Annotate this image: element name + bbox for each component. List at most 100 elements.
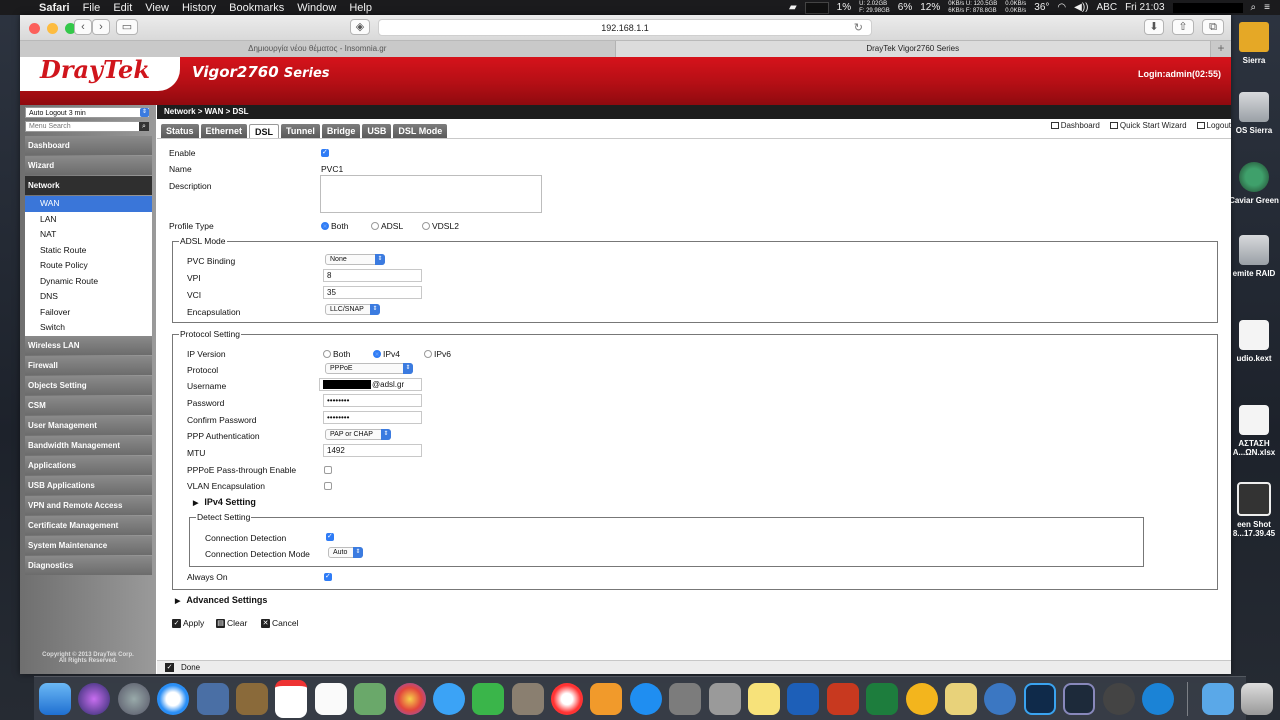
contacts-icon[interactable] bbox=[235, 682, 268, 715]
conn-detect-checkbox[interactable] bbox=[326, 532, 334, 541]
network-utility-icon[interactable] bbox=[1102, 682, 1135, 715]
menu-history[interactable]: History bbox=[182, 2, 216, 14]
enable-checkbox[interactable] bbox=[321, 148, 329, 157]
privacy-shield-icon[interactable]: ◈ bbox=[350, 19, 370, 35]
desktop-icon-kext[interactable]: udio.kext bbox=[1228, 320, 1280, 363]
minimize-window-icon[interactable] bbox=[47, 23, 58, 34]
protocol-select[interactable]: PPPoE ⇕ bbox=[325, 363, 413, 374]
nav-csm[interactable]: CSM bbox=[25, 395, 152, 415]
calendar-icon[interactable] bbox=[275, 679, 308, 718]
sidebar-item-lan[interactable]: LAN bbox=[25, 212, 152, 228]
password-input[interactable]: •••••••• bbox=[323, 394, 422, 407]
launchpad-icon[interactable] bbox=[117, 682, 150, 715]
desktop-icon-screenshot[interactable]: een Shot 8...17.39.45 bbox=[1228, 482, 1280, 538]
nav-system-maintenance[interactable]: System Maintenance bbox=[25, 535, 152, 555]
utility-icon[interactable] bbox=[708, 682, 741, 715]
desktop-icon-xlsx[interactable]: ΑΣΤΑΣΗ A...ΩN.xlsx bbox=[1228, 405, 1280, 457]
auto-logout-select[interactable]: Auto Logout 3 min ⇕ bbox=[25, 107, 150, 118]
nav-vpn[interactable]: VPN and Remote Access bbox=[25, 495, 152, 515]
sidebar-item-switch[interactable]: Switch bbox=[25, 320, 152, 336]
stickies-icon[interactable] bbox=[748, 682, 781, 715]
share-icon[interactable]: ⇧ bbox=[1172, 19, 1194, 35]
menu-view[interactable]: View bbox=[145, 2, 169, 14]
volume-icon[interactable]: ◀)) bbox=[1074, 2, 1088, 13]
cpu-percent[interactable]: 1% bbox=[837, 2, 851, 13]
sidebar-item-static-route[interactable]: Static Route bbox=[25, 243, 152, 259]
tabs-overview-icon[interactable]: ⧉ bbox=[1202, 19, 1224, 35]
encapsulation-select[interactable]: LLC/SNAP ⇕ bbox=[325, 304, 380, 315]
confirm-password-input[interactable]: •••••••• bbox=[323, 411, 422, 424]
messages-icon[interactable] bbox=[432, 682, 465, 715]
nav-applications[interactable]: Applications bbox=[25, 455, 152, 475]
menu-app-name[interactable]: Safari bbox=[39, 2, 70, 14]
sidebar-item-route-policy[interactable]: Route Policy bbox=[25, 258, 152, 274]
desktop-icon-timemachine[interactable]: Caviar Green bbox=[1228, 162, 1280, 205]
spotlight-icon[interactable]: ⌕ bbox=[1251, 2, 1257, 13]
system-preferences-icon[interactable] bbox=[669, 682, 702, 715]
desktop-icon-raid[interactable]: emite RAID bbox=[1228, 235, 1280, 278]
desktop-icon-folder[interactable]: Sierra bbox=[1228, 22, 1280, 65]
sidebar-item-wan[interactable]: WAN bbox=[25, 196, 152, 212]
notification-icon[interactable]: ≡ bbox=[1264, 2, 1270, 13]
itunes-icon[interactable] bbox=[551, 682, 584, 715]
mail-icon[interactable] bbox=[196, 682, 229, 715]
temperature[interactable]: 36° bbox=[1034, 2, 1049, 13]
description-textarea[interactable] bbox=[320, 175, 542, 213]
clock[interactable]: Fri 21:03 bbox=[1125, 2, 1164, 13]
nav-diagnostics[interactable]: Diagnostics bbox=[25, 555, 152, 575]
nav-network[interactable]: Network bbox=[25, 176, 152, 195]
new-tab-button[interactable]: + bbox=[1211, 41, 1231, 57]
nav-bandwidth-management[interactable]: Bandwidth Management bbox=[25, 435, 152, 455]
desktop-icon-drive[interactable]: OS Sierra bbox=[1228, 92, 1280, 135]
ip-ipv4-radio[interactable]: IPv4 bbox=[373, 349, 400, 359]
teamviewer-icon[interactable] bbox=[1141, 682, 1174, 715]
reload-icon[interactable]: ↻ bbox=[854, 20, 863, 36]
apply-button[interactable]: ✓ Apply bbox=[172, 618, 204, 628]
menu-window[interactable]: Window bbox=[297, 2, 336, 14]
menu-edit[interactable]: Edit bbox=[113, 2, 132, 14]
downloads-icon[interactable]: ⬇ bbox=[1144, 19, 1164, 35]
menu-help[interactable]: Help bbox=[349, 2, 372, 14]
photos-icon[interactable] bbox=[393, 682, 426, 715]
input-source[interactable]: ABC bbox=[1097, 2, 1118, 13]
advanced-settings-toggle[interactable]: ▶ Advanced Settings bbox=[175, 595, 267, 605]
downloads-folder-icon[interactable] bbox=[1201, 682, 1234, 715]
safari-icon[interactable] bbox=[157, 682, 190, 715]
nav-firewall[interactable]: Firewall bbox=[25, 355, 152, 375]
vlan-encap-checkbox[interactable] bbox=[324, 482, 332, 490]
profile-vdsl2-radio[interactable]: VDSL2 bbox=[422, 221, 459, 231]
nav-wizard[interactable]: Wizard bbox=[25, 156, 152, 175]
sidebar-item-dynamic-route[interactable]: Dynamic Route bbox=[25, 274, 152, 290]
disk-percent[interactable]: 12% bbox=[920, 2, 940, 13]
back-button[interactable]: ‹ bbox=[74, 19, 92, 35]
pppoe-passthrough-checkbox[interactable] bbox=[324, 466, 332, 474]
nav-certificate-management[interactable]: Certificate Management bbox=[25, 515, 152, 535]
ipv4-setting-toggle[interactable]: ▶ IPv4 Setting bbox=[193, 497, 256, 507]
sidebar-item-dns[interactable]: DNS bbox=[25, 289, 152, 305]
nav-usb-applications[interactable]: USB Applications bbox=[25, 475, 152, 495]
finder-icon[interactable] bbox=[39, 682, 71, 715]
facetime-icon[interactable] bbox=[472, 682, 505, 715]
word-icon[interactable] bbox=[787, 682, 820, 715]
clear-button[interactable]: ▤ Clear bbox=[216, 618, 247, 628]
photoshop-icon[interactable] bbox=[1023, 682, 1056, 715]
cancel-button[interactable]: ✕ Cancel bbox=[261, 618, 298, 628]
username-input[interactable]: @adsl.gr bbox=[319, 378, 422, 391]
sidebar-item-failover[interactable]: Failover bbox=[25, 305, 152, 321]
search-icon[interactable]: ⌕ bbox=[139, 122, 149, 131]
notes-icon[interactable] bbox=[511, 682, 544, 715]
profile-adsl-radio[interactable]: ADSL bbox=[371, 221, 403, 231]
profile-both-radio[interactable]: Both bbox=[321, 221, 349, 231]
powerpoint-icon[interactable] bbox=[826, 682, 859, 715]
ibooks-icon[interactable] bbox=[590, 682, 623, 715]
conn-detect-mode-select[interactable]: Auto ⇕ bbox=[328, 547, 363, 558]
vci-input[interactable]: 35 bbox=[323, 286, 422, 299]
stickies-note-icon[interactable] bbox=[944, 682, 977, 715]
mtu-input[interactable]: 1492 bbox=[323, 444, 422, 457]
menu-bookmarks[interactable]: Bookmarks bbox=[229, 2, 284, 14]
pvc-binding-select[interactable]: None ⇕ bbox=[325, 254, 385, 265]
excel-icon[interactable] bbox=[866, 682, 899, 715]
wifi-icon[interactable]: ◠ bbox=[1057, 2, 1066, 13]
always-on-checkbox[interactable] bbox=[324, 572, 332, 581]
qbittorrent-icon[interactable] bbox=[984, 682, 1017, 715]
